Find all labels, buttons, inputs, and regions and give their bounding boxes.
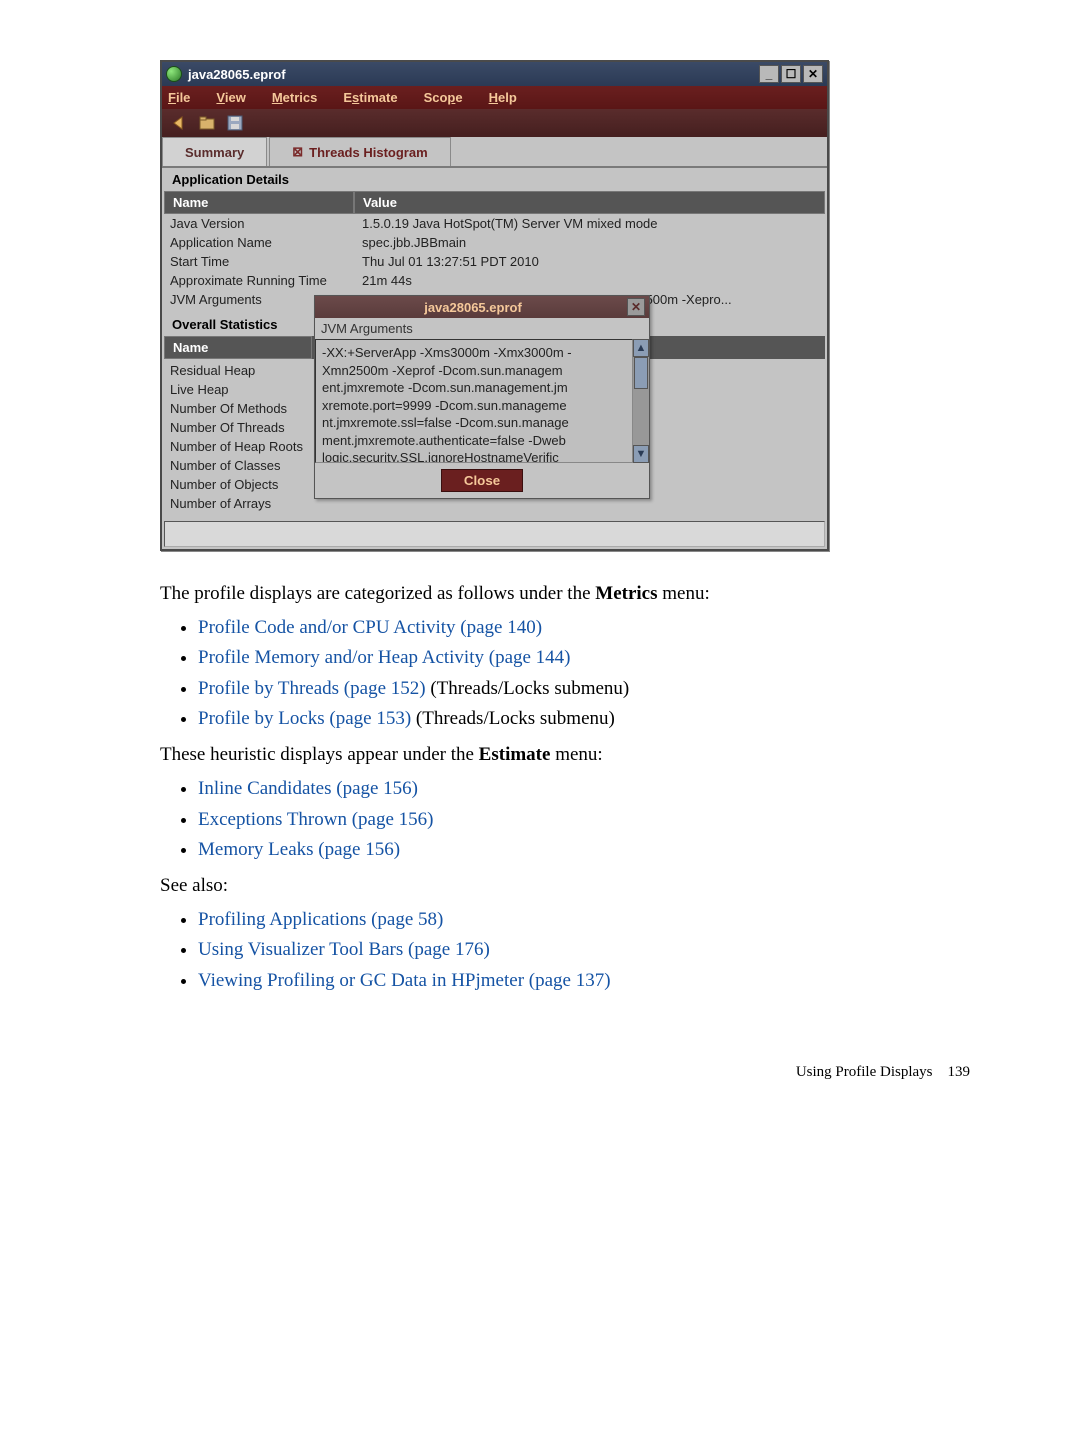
application-details-title: Application Details bbox=[164, 168, 825, 191]
table-row: Approximate Running Time21m 44s bbox=[164, 271, 825, 290]
link[interactable]: Profile Memory and/or Heap Activity (pag… bbox=[198, 647, 571, 668]
list-item: Profiling Applications (page 58) bbox=[198, 907, 970, 933]
link[interactable]: Inline Candidates (page 156) bbox=[198, 778, 418, 799]
menu-file[interactable]: File bbox=[168, 90, 190, 105]
scroll-thumb[interactable] bbox=[634, 357, 648, 389]
dialog-titlebar[interactable]: java28065.eprof ✕ bbox=[315, 296, 649, 318]
page-number: 139 bbox=[948, 1064, 971, 1080]
list-item: Inline Candidates (page 156) bbox=[198, 776, 970, 802]
header-value: Value bbox=[354, 191, 825, 214]
menu-estimate[interactable]: Estimate bbox=[343, 90, 397, 105]
jvm-arguments-textarea[interactable]: -XX:+ServerApp -Xms3000m -Xmx3000m -Xmn2… bbox=[315, 339, 633, 463]
link[interactable]: Memory Leaks (page 156) bbox=[198, 839, 400, 860]
dialog-subtitle: JVM Arguments bbox=[315, 318, 649, 339]
page-footer: Using Profile Displays 139 bbox=[160, 1064, 970, 1081]
link[interactable]: Using Visualizer Tool Bars (page 176) bbox=[198, 939, 490, 960]
summary-panel: Application Details Name Value Java Vers… bbox=[162, 168, 827, 549]
toolbar bbox=[162, 109, 827, 137]
link[interactable]: Profiling Applications (page 58) bbox=[198, 909, 443, 930]
paragraph: These heuristic displays appear under th… bbox=[160, 742, 970, 768]
status-bar bbox=[164, 521, 825, 547]
window-title: java28065.eprof bbox=[188, 67, 286, 82]
page-body-text: The profile displays are categorized as … bbox=[160, 581, 970, 994]
list-item: Memory Leaks (page 156) bbox=[198, 837, 970, 863]
metrics-list: Profile Code and/or CPU Activity (page 1… bbox=[160, 615, 970, 732]
estimate-list: Inline Candidates (page 156) Exceptions … bbox=[160, 776, 970, 863]
jvm-arguments-dialog: java28065.eprof ✕ JVM Arguments -XX:+Ser… bbox=[314, 295, 650, 499]
menu-metrics[interactable]: Metrics bbox=[272, 90, 318, 105]
tab-summary[interactable]: Summary bbox=[162, 137, 267, 166]
app-icon bbox=[166, 66, 182, 82]
back-button[interactable] bbox=[168, 112, 190, 134]
minimize-button[interactable]: _ bbox=[759, 65, 779, 83]
dialog-close-icon[interactable]: ✕ bbox=[627, 298, 645, 316]
menu-scope[interactable]: Scope bbox=[424, 90, 463, 105]
list-item: Using Visualizer Tool Bars (page 176) bbox=[198, 937, 970, 963]
header-name: Name bbox=[164, 191, 354, 214]
app-window: java28065.eprof _ ☐ ✕ File View Metrics … bbox=[160, 60, 829, 551]
table-row: Start TimeThu Jul 01 13:27:51 PDT 2010 bbox=[164, 252, 825, 271]
menu-bar: File View Metrics Estimate Scope Help bbox=[162, 86, 827, 109]
scrollbar[interactable]: ▲ ▼ bbox=[633, 339, 649, 463]
save-button[interactable] bbox=[224, 112, 246, 134]
link[interactable]: Exceptions Thrown (page 156) bbox=[198, 809, 434, 830]
header-name: Name bbox=[164, 336, 312, 359]
open-button[interactable] bbox=[196, 112, 218, 134]
list-item: Exceptions Thrown (page 156) bbox=[198, 807, 970, 833]
list-item: Profile Code and/or CPU Activity (page 1… bbox=[198, 615, 970, 641]
link[interactable]: Profile Code and/or CPU Activity (page 1… bbox=[198, 617, 542, 638]
paragraph: The profile displays are categorized as … bbox=[160, 581, 970, 607]
tab-threads-histogram[interactable]: ⊠ Threads Histogram bbox=[269, 137, 450, 166]
scroll-down-icon[interactable]: ▼ bbox=[633, 445, 649, 463]
dialog-title: java28065.eprof bbox=[319, 300, 627, 315]
footer-label: Using Profile Displays bbox=[796, 1064, 933, 1080]
list-item: Profile Memory and/or Heap Activity (pag… bbox=[198, 645, 970, 671]
tab-label: Threads Histogram bbox=[309, 145, 427, 160]
scroll-track[interactable] bbox=[633, 357, 649, 445]
tab-close-icon[interactable]: ⊠ bbox=[292, 144, 303, 160]
paragraph: See also: bbox=[160, 873, 970, 899]
overall-statistics-block: Overall Statistics Name Residual Heap Li… bbox=[164, 313, 825, 515]
link[interactable]: Profile by Threads (page 152) bbox=[198, 678, 426, 699]
list-item: Profile by Threads (page 152) (Threads/L… bbox=[198, 676, 970, 702]
menu-view[interactable]: View bbox=[216, 90, 245, 105]
app-details-header: Name Value bbox=[164, 191, 825, 214]
table-row: Java Version1.5.0.19 Java HotSpot(TM) Se… bbox=[164, 214, 825, 233]
link[interactable]: Viewing Profiling or GC Data in HPjmeter… bbox=[198, 970, 611, 991]
list-item: Viewing Profiling or GC Data in HPjmeter… bbox=[198, 968, 970, 994]
tab-strip: Summary ⊠ Threads Histogram bbox=[162, 137, 827, 168]
menu-help[interactable]: Help bbox=[489, 90, 517, 105]
dialog-close-button[interactable]: Close bbox=[441, 469, 523, 492]
list-item: Profile by Locks (page 153) (Threads/Loc… bbox=[198, 706, 970, 732]
tab-label: Summary bbox=[185, 145, 244, 160]
maximize-button[interactable]: ☐ bbox=[781, 65, 801, 83]
link[interactable]: Profile by Locks (page 153) bbox=[198, 708, 411, 729]
scroll-up-icon[interactable]: ▲ bbox=[633, 339, 649, 357]
table-row: Application Namespec.jbb.JBBmain bbox=[164, 233, 825, 252]
close-window-button[interactable]: ✕ bbox=[803, 65, 823, 83]
see-also-list: Profiling Applications (page 58) Using V… bbox=[160, 907, 970, 994]
window-titlebar[interactable]: java28065.eprof _ ☐ ✕ bbox=[162, 62, 827, 86]
